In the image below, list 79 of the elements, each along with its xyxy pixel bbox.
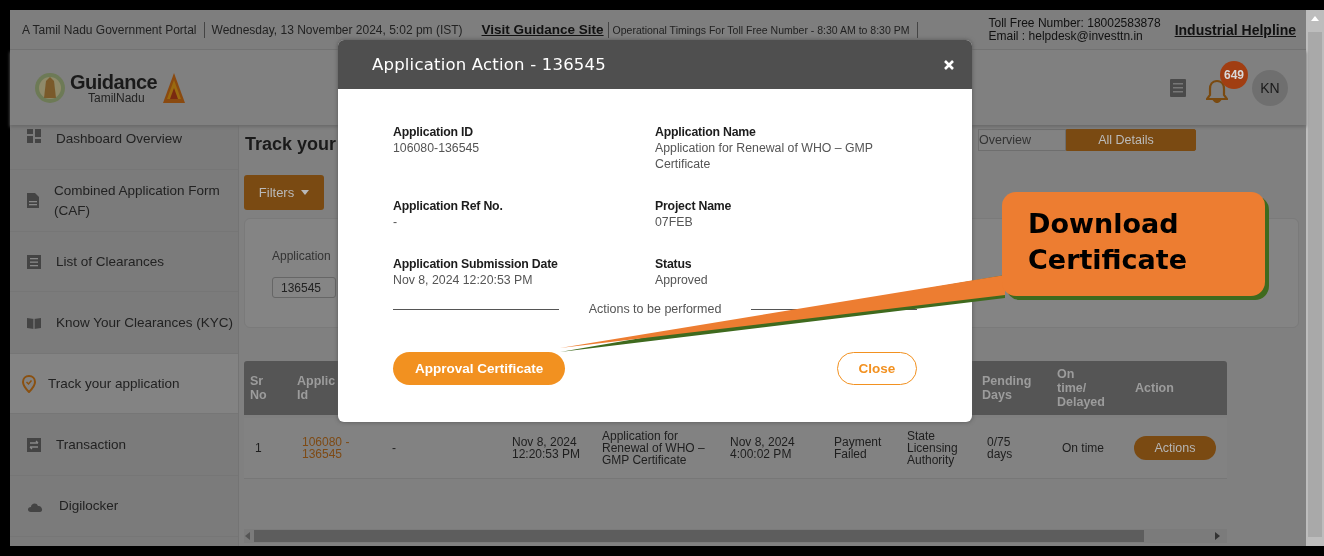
- field-label: Application Submission Date: [393, 256, 559, 272]
- field-value: -: [393, 214, 399, 230]
- column-header: Action: [1135, 381, 1174, 395]
- guidance-site-link[interactable]: Visit Guidance Site: [481, 22, 604, 37]
- table-cell-text: Application for Renewal of WHO – GMP Certificate: [601, 430, 706, 466]
- table-cell-text: 0/75 days: [986, 436, 1014, 460]
- industrial-helpline-link[interactable]: Industrial Helpline: [1174, 21, 1296, 38]
- scroll-left-icon: [244, 532, 252, 540]
- column-header: On time/ Delayed: [1057, 367, 1105, 409]
- scroll-right-icon: [1213, 532, 1221, 540]
- site-logo[interactable]: Guidance TamilNadu: [34, 70, 188, 105]
- filters-button[interactable]: Filters: [244, 175, 324, 210]
- table-cell-text: 1: [254, 442, 263, 454]
- field-value: Application for Renewal of WHO – GMP Certificate: [655, 140, 874, 172]
- sidebar-item[interactable]: Combined Application Form (CAF): [10, 170, 238, 232]
- scrollbar-thumb[interactable]: [1308, 32, 1322, 537]
- sidebar-label: List of Clearances: [56, 252, 166, 271]
- sidebar-item[interactable]: Digilocker: [10, 476, 238, 537]
- tab[interactable]: All Details: [1066, 129, 1196, 151]
- actions-button[interactable]: Actions: [1134, 436, 1216, 460]
- portal-name: A Tamil Nadu Government Portal: [22, 22, 197, 37]
- notification-count: 649: [1220, 60, 1248, 89]
- table-cell-text: Nov 8, 2024 4:00:02 PM: [729, 436, 796, 460]
- sidebar-label: Transaction: [56, 435, 128, 454]
- table-cell-text: State Licensing Authority: [906, 430, 959, 466]
- page-title: Track your: [245, 134, 337, 155]
- field-label: Application: [272, 249, 331, 263]
- field-value: Nov 8, 2024 12:20:53 PM: [393, 272, 534, 288]
- helpdesk-email: Email : helpdesk@investtn.in: [988, 29, 1144, 43]
- column-header: Sr No: [250, 374, 267, 402]
- sidebar-item[interactable]: Transaction: [10, 414, 238, 476]
- horizontal-scrollbar[interactable]: [244, 529, 1227, 543]
- field-label: Application Name: [655, 124, 757, 140]
- field-value: 07FEB: [655, 214, 694, 230]
- operational-timings: Operational Timings For Toll Free Number - 8:30 AM to 8:30 PM: [612, 23, 910, 36]
- tab[interactable]: Overview: [978, 129, 1066, 151]
- bell-icon[interactable]: [1206, 78, 1228, 103]
- section-heading: Actions to be performed: [588, 302, 722, 316]
- transaction-icon: [27, 437, 41, 452]
- scrollbar-thumb[interactable]: [254, 530, 1144, 542]
- sidebar-item[interactable]: List of Clearances: [10, 232, 238, 292]
- modal-title: Application Action - 136545: [372, 55, 606, 74]
- sidebar-label: Dashboard Overview: [56, 130, 184, 148]
- caret-icon: [301, 190, 310, 195]
- column-header: Applic Id: [297, 374, 336, 402]
- sidebar-label: Track your application: [48, 374, 181, 393]
- table-cell-text: -: [391, 442, 397, 454]
- emblem-icon: [34, 70, 66, 105]
- list-icon[interactable]: [1170, 78, 1186, 97]
- list-icon: [27, 254, 41, 269]
- application-id-field[interactable]: 136545: [272, 277, 336, 298]
- table-cell-text: Payment Failed: [833, 436, 883, 460]
- logo-text: Guidance: [70, 71, 158, 92]
- user-avatar[interactable]: KN: [1252, 69, 1288, 106]
- field-label: Application Ref No.: [393, 198, 504, 214]
- date-time: Wednesday, 13 November 2024, 5:02 pm (IST): [211, 22, 463, 37]
- field-value: Approved: [655, 272, 709, 288]
- table-cell-text: Nov 8, 2024 12:20:53 PM: [511, 436, 582, 460]
- logo-subtext: TamilNadu: [88, 91, 146, 104]
- application-id-link[interactable]: 106080 - 136545: [291, 436, 381, 460]
- sidebar-item[interactable]: Track your application: [10, 354, 238, 414]
- location-pin-icon: [22, 374, 36, 393]
- field-label: Project Name: [655, 198, 733, 214]
- dashboard-icon: [27, 129, 41, 143]
- approval-certificate-button[interactable]: Approval Certificate: [393, 352, 566, 385]
- field-label: Status: [655, 256, 693, 272]
- toll-free-number: Toll Free Number: 18002583878: [988, 16, 1161, 30]
- column-header: Pending Days: [982, 374, 1032, 402]
- book-icon: [27, 316, 41, 329]
- table-cell-text: On time: [1061, 442, 1105, 454]
- sidebar-label: Know Your Clearances (KYC): [56, 313, 235, 332]
- sidebar-label: Combined Application Form (CAF): [54, 181, 221, 220]
- sidebar-label: Digilocker: [58, 497, 120, 515]
- close-icon[interactable]: [944, 59, 954, 70]
- sidebar-item[interactable]: Dashboard Overview: [10, 125, 238, 170]
- field-label: Application ID: [393, 124, 474, 140]
- field-value: 106080-136545: [393, 140, 481, 156]
- document-icon: [27, 193, 39, 208]
- close-button[interactable]: Close: [837, 352, 917, 385]
